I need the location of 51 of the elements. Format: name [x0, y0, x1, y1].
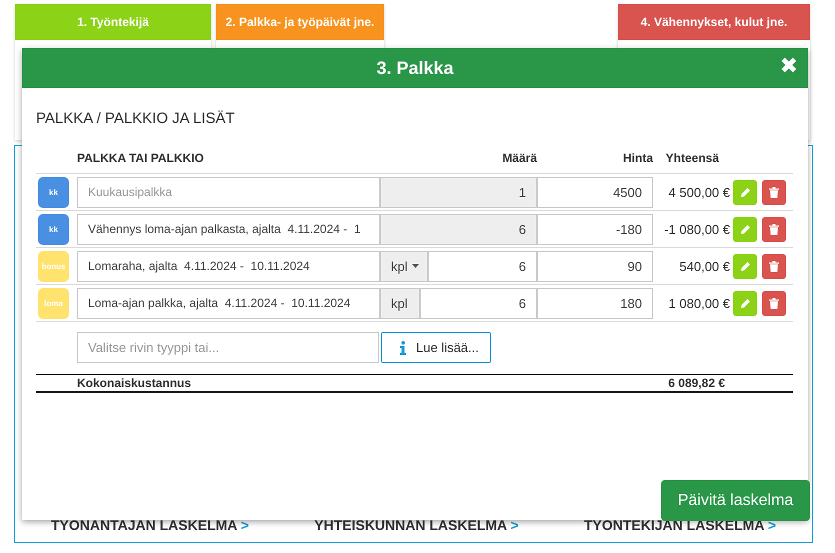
close-button[interactable]: ✖ [780, 54, 798, 80]
step-tab[interactable]: 4. Vähennykset, kulut jne. [618, 4, 810, 40]
trash-icon [769, 298, 779, 308]
pencil-icon [740, 186, 750, 198]
row-total: 4 500,00 € [668, 184, 730, 200]
unit-label: kpl [380, 288, 420, 318]
quantity-field[interactable]: 6 [428, 250, 537, 282]
column-header: Määrä [501, 151, 537, 165]
trash-icon [769, 224, 779, 234]
name-field[interactable]: Kuukausipalkka [77, 176, 380, 208]
update-button[interactable]: Päivitä laskelma [661, 480, 810, 521]
caret-icon [412, 264, 419, 268]
trash-icon [769, 260, 779, 272]
delete-button[interactable] [762, 290, 786, 316]
price-field[interactable]: 180 [537, 288, 653, 318]
total-value: 6 089,82 € [668, 376, 725, 390]
column-header: Hinta [622, 151, 653, 165]
type-badge: kk [38, 176, 69, 208]
name-field[interactable]: Vähennys loma-ajan palkasta, ajalta 4.11.2024 - 1 [77, 214, 380, 244]
info-icon [400, 340, 406, 354]
type-badge: loma [38, 288, 69, 318]
section-title: PALKKA / PALKKIO JA LISÄT [36, 110, 236, 127]
report-link[interactable]: YHTEISKUNNAN LASKELMA > [314, 517, 519, 533]
price-field[interactable]: -180 [537, 214, 653, 244]
quantity-field[interactable]: 1 [380, 176, 537, 208]
report-link[interactable]: TYÖNANTAJAN LASKELMA > [51, 517, 249, 533]
delete-button[interactable] [762, 216, 786, 242]
unit-dropdown[interactable]: kpl [380, 250, 428, 282]
row-total: 1 080,00 € [668, 296, 730, 310]
pencil-icon [740, 298, 750, 308]
price-field[interactable]: 90 [537, 250, 653, 282]
delete-button[interactable] [762, 254, 786, 278]
delete-button[interactable] [762, 180, 786, 204]
pencil-icon [740, 224, 750, 234]
trash-icon [769, 186, 779, 198]
column-header: Yhteensä [664, 151, 720, 165]
read-more-button[interactable]: Lue lisää... [381, 332, 491, 363]
quantity-field[interactable]: 6 [380, 214, 537, 244]
type-badge: kk [38, 214, 69, 244]
row-total: 540,00 € [678, 258, 730, 274]
pencil-icon [740, 260, 750, 272]
row-type-field[interactable]: Valitse rivin tyyppi tai... [77, 332, 379, 363]
price-field[interactable]: 4500 [537, 176, 653, 208]
modal-title: 3. Palkka [376, 58, 454, 78]
quantity-field[interactable]: 6 [420, 288, 537, 318]
type-badge: bonus [38, 250, 69, 282]
column-header: PALKKA TAI PALKKIO [77, 151, 205, 165]
name-field[interactable]: Lomaraha, ajalta 4.11.2024 - 10.11.2024 [77, 250, 380, 282]
row-total: -1 080,00 € [663, 222, 730, 236]
name-field[interactable]: Loma-ajan palkka, ajalta 4.11.2024 - 10.11.2024 [77, 288, 380, 318]
total-label: Kokonaiskustannus [77, 376, 192, 390]
